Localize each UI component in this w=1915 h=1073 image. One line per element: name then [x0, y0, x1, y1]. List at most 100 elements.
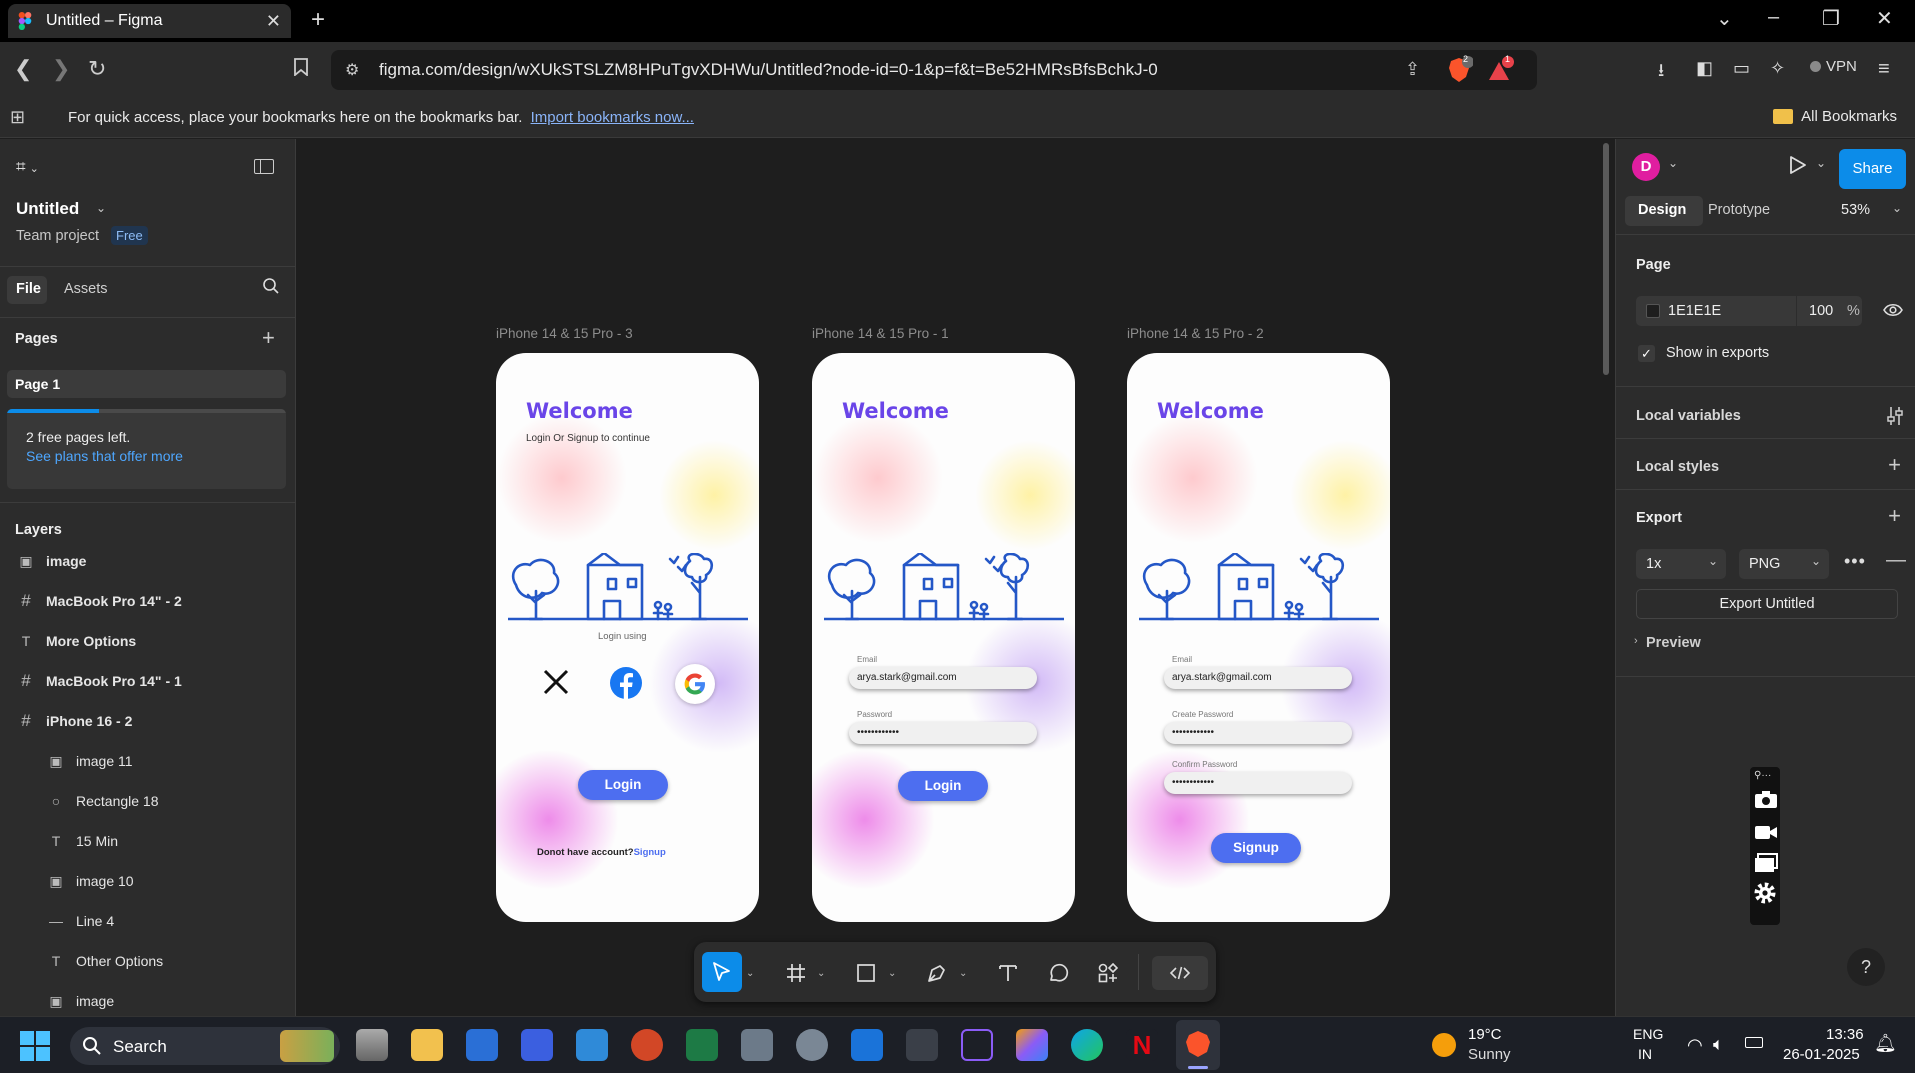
layer-row[interactable]: T Other Options: [46, 941, 295, 981]
forward-icon[interactable]: ❯: [52, 56, 70, 82]
frame-tool-chevron-icon[interactable]: ⌄: [817, 968, 825, 979]
share-button[interactable]: Share: [1839, 149, 1906, 189]
layer-row[interactable]: T More Options: [16, 621, 295, 661]
tab-prototype[interactable]: Prototype: [1708, 202, 1770, 218]
preview-chevron-icon[interactable]: ›: [1634, 635, 1638, 647]
signup-link[interactable]: Signup: [634, 847, 666, 858]
present-icon[interactable]: [1789, 155, 1807, 179]
brave-shields-icon[interactable]: [1447, 56, 1474, 89]
local-variables-header[interactable]: Local variables: [1636, 408, 1741, 424]
phone-frame-2[interactable]: Welcome Email arya.stark@gmail.com Creat…: [1127, 353, 1390, 922]
m365-icon[interactable]: [1016, 1029, 1048, 1061]
layer-row[interactable]: ▣ image 10: [46, 861, 295, 901]
visibility-eye-icon[interactable]: [1883, 302, 1903, 322]
plan-badge[interactable]: Free: [111, 226, 148, 245]
rectangle-tool-icon[interactable]: [849, 956, 883, 990]
move-tool-chevron-icon[interactable]: ⌄: [746, 968, 754, 979]
phone-frame-1[interactable]: Welcome Email arya.stark@gmail.com Passw…: [812, 353, 1075, 922]
color-swatch[interactable]: [1646, 304, 1660, 318]
preview-toggle[interactable]: Preview: [1646, 635, 1701, 651]
page-opacity[interactable]: 100: [1809, 303, 1833, 319]
clock-time[interactable]: 13:36: [1826, 1026, 1864, 1043]
sun-icon[interactable]: [1432, 1033, 1456, 1057]
present-chevron-icon[interactable]: ⌄: [1816, 156, 1826, 170]
camera-app-icon[interactable]: [741, 1029, 773, 1061]
frame-label[interactable]: iPhone 14 & 15 Pro - 2: [1127, 326, 1264, 341]
export-scale-select[interactable]: 1x ⌄: [1636, 549, 1726, 579]
tab-search-chevron-icon[interactable]: ⌄: [1716, 6, 1733, 31]
link-more-icon[interactable]: ⚲···: [1754, 770, 1771, 781]
toggle-sidebar-icon[interactable]: [254, 159, 274, 174]
leo-ai-icon[interactable]: ✧: [1770, 58, 1785, 79]
design-canvas[interactable]: iPhone 14 & 15 Pro - 3 Welcome Login Or …: [297, 139, 1615, 1016]
downloads-icon[interactable]: ⭳: [1658, 58, 1664, 88]
restore-icon[interactable]: ❐: [1822, 6, 1840, 31]
layer-row[interactable]: # iPhone 16 - 2: [16, 701, 295, 741]
menu-icon[interactable]: ≡: [1878, 58, 1890, 81]
remove-export-icon[interactable]: —: [1886, 549, 1906, 572]
pen-tool-icon[interactable]: [920, 956, 954, 990]
mail-icon[interactable]: [851, 1029, 883, 1061]
facebook-logo-icon[interactable]: [610, 667, 642, 704]
sidebar-icon[interactable]: ◧: [1696, 58, 1713, 79]
volume-icon[interactable]: 🔈︎: [1713, 1034, 1724, 1055]
vpn-button[interactable]: VPN: [1810, 58, 1857, 75]
layer-row[interactable]: ▣ image 11: [46, 741, 295, 781]
import-bookmarks-link[interactable]: Import bookmarks now...: [531, 109, 694, 126]
clock-date[interactable]: 26-01-2025: [1783, 1046, 1860, 1063]
netflix-icon[interactable]: N: [1126, 1029, 1158, 1061]
text-tool-icon[interactable]: [991, 956, 1025, 990]
language-bottom[interactable]: IN: [1638, 1046, 1652, 1062]
dev-mode-toggle-icon[interactable]: [1152, 956, 1208, 990]
more-options-icon[interactable]: •••: [1844, 551, 1866, 572]
shape-tool-chevron-icon[interactable]: ⌄: [888, 968, 896, 979]
move-tool-icon[interactable]: [702, 952, 742, 992]
search-icon[interactable]: [262, 277, 280, 300]
signup-button[interactable]: Signup: [1211, 833, 1301, 863]
brave-taskbar-button[interactable]: [1176, 1020, 1220, 1070]
show-in-exports-checkbox[interactable]: ✓: [1638, 345, 1655, 362]
x-logo-icon[interactable]: [542, 668, 570, 701]
help-button[interactable]: ?: [1847, 948, 1885, 986]
taskbar-search-box[interactable]: Search: [70, 1027, 340, 1065]
settings-app-icon[interactable]: [796, 1029, 828, 1061]
notification-bell-icon[interactable]: 🔔︎: [1874, 1033, 1897, 1054]
frame-tool-icon[interactable]: [779, 956, 813, 990]
login-button[interactable]: Login: [898, 771, 988, 801]
tab-design[interactable]: Design: [1638, 202, 1686, 218]
page-color-field[interactable]: 1E1E1E 100 %: [1636, 296, 1862, 326]
google-logo-icon[interactable]: [675, 664, 715, 704]
add-page-icon[interactable]: +: [262, 325, 275, 351]
pen-tool-chevron-icon[interactable]: ⌄: [959, 968, 967, 979]
add-export-icon[interactable]: +: [1888, 505, 1901, 527]
actions-tool-icon[interactable]: [1091, 956, 1125, 990]
login-button[interactable]: Login: [578, 770, 668, 800]
canvas-scrollbar[interactable]: [1603, 143, 1609, 375]
apps-grid-icon[interactable]: ⊞: [10, 107, 25, 128]
avatar[interactable]: D: [1632, 153, 1660, 181]
password-field[interactable]: ••••••••••••: [849, 722, 1037, 744]
task-view-icon[interactable]: [356, 1029, 388, 1061]
email-field[interactable]: arya.stark@gmail.com: [1164, 667, 1352, 689]
phone-frame-3[interactable]: Welcome Login Or Signup to continue Logi…: [496, 353, 759, 922]
confirm-password-field[interactable]: ••••••••••••: [1164, 772, 1352, 794]
terminal-icon[interactable]: [906, 1029, 938, 1061]
layer-row[interactable]: # MacBook Pro 14" - 2: [16, 581, 295, 621]
frame-label[interactable]: iPhone 14 & 15 Pro - 1: [812, 326, 949, 341]
windows-start-icon[interactable]: [20, 1031, 50, 1066]
tab-file[interactable]: File: [16, 281, 41, 297]
minimize-icon[interactable]: –: [1768, 6, 1779, 29]
add-style-icon[interactable]: +: [1888, 454, 1901, 476]
site-settings-icon[interactable]: ⚙: [345, 60, 359, 80]
video-icon[interactable]: [1754, 823, 1778, 845]
weather-temp[interactable]: 19°C: [1468, 1026, 1502, 1043]
file-name-chevron-icon[interactable]: ⌄: [96, 201, 106, 215]
battery-icon[interactable]: [1745, 1037, 1763, 1048]
file-explorer-icon[interactable]: [411, 1029, 443, 1061]
back-icon[interactable]: ❮: [14, 56, 32, 82]
new-tab-button[interactable]: +: [311, 6, 325, 34]
edge-icon[interactable]: [1071, 1029, 1103, 1061]
all-bookmarks-button[interactable]: All Bookmarks: [1773, 108, 1897, 125]
wallet-icon[interactable]: ▭: [1733, 58, 1750, 79]
language-top[interactable]: ENG: [1633, 1026, 1663, 1042]
